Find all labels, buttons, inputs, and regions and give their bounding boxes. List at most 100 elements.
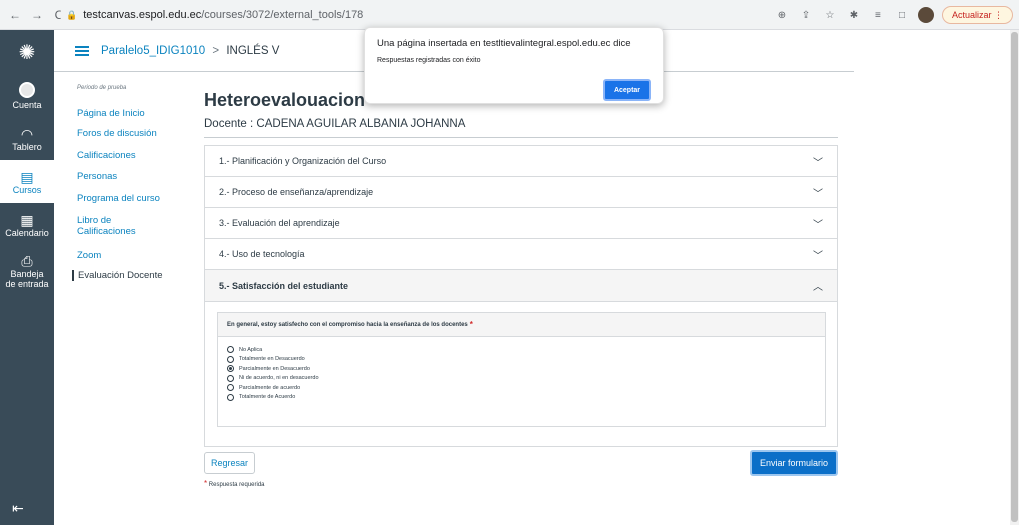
option-label: Parcialmente en Desacuerdo — [239, 365, 310, 372]
nav-calendar-label: Calendario — [5, 227, 49, 238]
option-label: Totalmente de Acuerdo — [239, 394, 296, 401]
share-icon[interactable]: ⇪ — [798, 7, 814, 23]
teacher-name: Docente : CADENA AGUILAR ALBANIA JOHANNA — [204, 118, 466, 130]
option-label: Parcialmente de acuerdo — [239, 384, 301, 391]
inbox-icon: ⎙ — [21, 253, 33, 269]
canvas-logo-icon[interactable]: ✺ — [0, 30, 54, 74]
course-nav-grades[interactable]: Calificaciones — [77, 150, 136, 161]
question-text: En general, estoy satisfecho con el comp… — [227, 321, 468, 328]
radio-button[interactable] — [227, 374, 234, 382]
radio-button[interactable] — [227, 393, 234, 401]
course-nav-zoom[interactable]: Zoom — [77, 250, 101, 261]
nav-inbox-label: Bandeja de entrada — [5, 269, 49, 289]
radio-button-selected[interactable] — [227, 365, 234, 373]
courses-book-icon: ▤ — [20, 168, 34, 185]
chevron-up-icon: ︿ — [813, 282, 823, 293]
reading-list-icon[interactable]: ≡ — [870, 7, 886, 23]
scrollbar-thumb[interactable] — [1011, 32, 1018, 522]
option-row[interactable]: No Aplica — [227, 345, 825, 355]
chevron-down-icon: ﹀ — [813, 157, 823, 169]
breadcrumb: Paralelo5_IDIG1010 > INGLÉS V — [101, 45, 279, 57]
dashboard-icon: ◠ — [20, 125, 34, 142]
account-avatar-icon — [19, 81, 35, 98]
accordion-section-5[interactable]: 5.- Satisfacción del estudiante ︿ — [205, 270, 837, 302]
lock-icon: 🔒 — [66, 9, 78, 20]
option-row[interactable]: Ni de acuerdo, ni en desacuerdo — [227, 374, 825, 384]
divider — [204, 137, 838, 138]
url-host: testcanvas.espol.edu.ec — [83, 9, 202, 21]
breadcrumb-current: INGLÉS V — [226, 44, 280, 57]
chevron-down-icon: ﹀ — [813, 250, 823, 262]
nav-account-label: Cuenta — [12, 99, 42, 110]
collapse-nav-icon[interactable]: ⇤ — [12, 500, 24, 517]
address-bar[interactable]: 🔒 testcanvas.espol.edu.ec /courses/3072/… — [60, 5, 870, 25]
accordion-section-1[interactable]: 1.- Planificación y Organización del Cur… — [205, 146, 837, 177]
required-note-text: Respuesta requerida — [208, 482, 265, 488]
browser-toolbar: ← → C 🔒 testcanvas.espol.edu.ec /courses… — [0, 0, 1019, 30]
course-nav-syllabus[interactable]: Programa del curso — [77, 193, 160, 204]
required-asterisk: * — [204, 479, 208, 488]
calendar-icon: ▦ — [20, 211, 34, 228]
option-label: Ni de acuerdo, ni en desacuerdo — [239, 375, 319, 382]
page-scrollbar[interactable] — [1010, 30, 1019, 525]
option-row[interactable]: Totalmente en Desacuerdo — [227, 355, 825, 365]
option-row[interactable]: Parcialmente de acuerdo — [227, 383, 825, 393]
breadcrumb-separator: > — [212, 44, 220, 57]
back-button[interactable]: Regresar — [204, 452, 256, 474]
radio-button[interactable] — [227, 355, 234, 363]
nav-inbox[interactable]: ⎙ Bandeja de entrada — [0, 246, 54, 296]
page-title: Heteroevalouacion — [204, 90, 366, 110]
back-arrow-icon[interactable]: ← — [8, 8, 22, 22]
section-title: 2.- Proceso de enseñanza/aprendizaje — [219, 187, 374, 197]
course-nav-gradebook[interactable]: Libro de Calificaciones — [77, 215, 142, 237]
submit-form-button[interactable]: Enviar formulario — [750, 450, 838, 476]
radio-button[interactable] — [227, 384, 234, 392]
section-5-body: En general, estoy satisfecho con el comp… — [205, 302, 837, 446]
url-path: /courses/3072/external_tools/178 — [201, 9, 364, 21]
zoom-icon[interactable]: ⊕ — [774, 7, 790, 23]
course-nav-teacher-evaluation[interactable]: Evaluación Docente — [72, 270, 163, 281]
update-button[interactable]: Actualizar ⋮ — [941, 6, 1013, 24]
option-label: No Aplica — [239, 346, 263, 353]
hamburger-menu-icon[interactable] — [75, 45, 89, 56]
option-row[interactable]: Parcialmente en Desacuerdo — [227, 364, 825, 374]
dialog-message: Respuestas registradas con éxito — [377, 57, 481, 64]
nav-account[interactable]: Cuenta — [0, 74, 54, 117]
required-note: * Respuesta requerida — [204, 479, 265, 488]
accordion-section-4[interactable]: 4.- Uso de tecnología ﹀ — [205, 239, 837, 270]
forward-arrow-icon[interactable]: → — [30, 8, 44, 22]
side-panel-icon[interactable]: □ — [894, 7, 910, 23]
course-nav-home[interactable]: Página de Inicio — [77, 108, 145, 119]
dialog-ok-button[interactable]: Aceptar — [603, 79, 651, 101]
update-label: Actualizar — [951, 10, 992, 20]
section-title: 3.- Evaluación del aprendizaje — [219, 218, 340, 228]
radio-button[interactable] — [227, 346, 234, 354]
chevron-down-icon: ﹀ — [813, 219, 823, 231]
section-title: 5.- Satisfacción del estudiante — [219, 280, 349, 291]
question-header: En general, estoy satisfecho con el comp… — [218, 313, 825, 337]
evaluation-accordion: 1.- Planificación y Organización del Cur… — [204, 145, 838, 447]
nav-calendar[interactable]: ▦ Calendario — [0, 203, 54, 246]
star-icon[interactable]: ☆ — [822, 7, 838, 23]
option-label: Totalmente en Desacuerdo — [239, 356, 305, 363]
question-card: En general, estoy satisfecho con el comp… — [217, 312, 826, 427]
accordion-section-2[interactable]: 2.- Proceso de enseñanza/aprendizaje ﹀ — [205, 177, 837, 208]
nav-courses[interactable]: ▤ Cursos — [0, 160, 54, 203]
alert-dialog: Una página insertada en testltievalinteg… — [364, 27, 664, 104]
global-navigation: ✺ Cuenta ◠ Tablero ▤ Cursos ▦ Calendario… — [0, 30, 54, 525]
nav-dashboard[interactable]: ◠ Tablero — [0, 117, 54, 160]
section-title: 4.- Uso de tecnología — [219, 249, 305, 259]
dialog-title: Una página insertada en testltievalinteg… — [377, 38, 631, 49]
accordion-section-3[interactable]: 3.- Evaluación del aprendizaje ﹀ — [205, 208, 837, 239]
breadcrumb-course-link[interactable]: Paralelo5_IDIG1010 — [101, 45, 205, 57]
course-nav-people[interactable]: Personas — [77, 171, 117, 182]
required-asterisk: * — [469, 320, 473, 329]
profile-avatar-icon[interactable] — [917, 7, 934, 23]
course-navigation: Periodo de prueba Página de Inicio Foros… — [54, 72, 194, 372]
option-row[interactable]: Totalmente de Acuerdo — [227, 393, 825, 403]
course-nav-discussions[interactable]: Foros de discusión — [77, 128, 157, 139]
answer-options: No Aplica Totalmente en Desacuerdo Parci… — [218, 337, 825, 402]
chevron-down-icon: ﹀ — [813, 188, 823, 200]
nav-courses-label: Cursos — [12, 184, 42, 195]
extensions-icon[interactable]: ✱ — [846, 7, 862, 23]
